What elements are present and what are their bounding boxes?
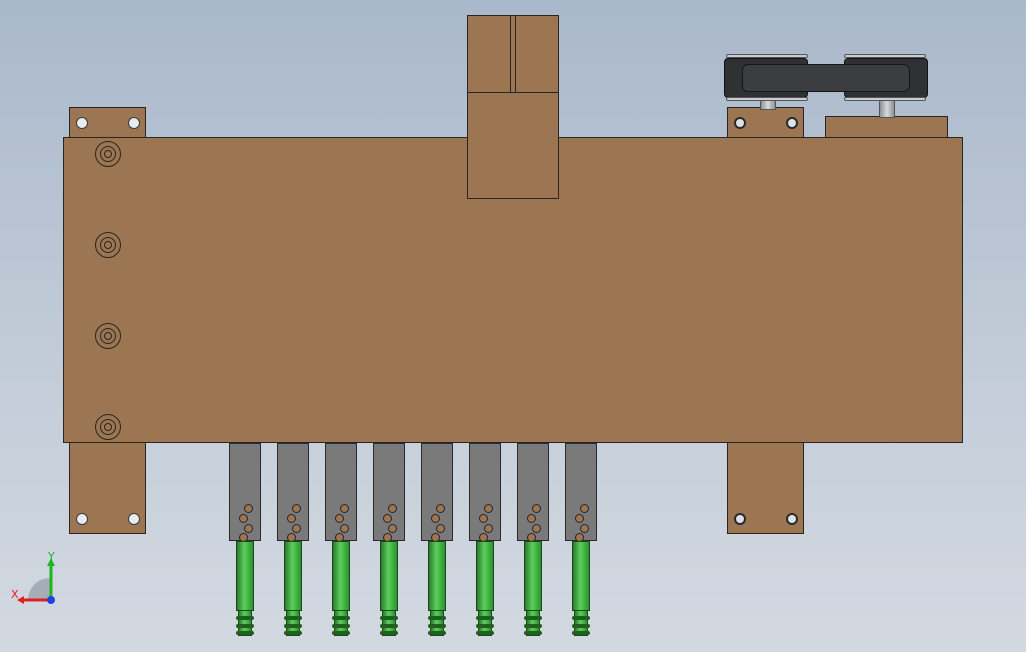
left-bottom-bracket[interactable] xyxy=(69,442,146,534)
finger-hole xyxy=(436,504,445,513)
finger-hole xyxy=(292,524,301,533)
suction-rod[interactable] xyxy=(572,541,590,611)
suction-rod[interactable] xyxy=(380,541,398,611)
pulley-flange xyxy=(844,97,926,101)
finger-hole xyxy=(388,524,397,533)
tip-ring xyxy=(428,631,446,635)
cad-viewport[interactable]: { "viewport": { "background_top": "#a9b8… xyxy=(0,0,1026,652)
triad-x-label: X xyxy=(11,588,19,601)
triad-y-label: Y xyxy=(48,550,55,563)
tip-ring xyxy=(572,631,590,635)
finger-hole xyxy=(340,504,349,513)
tip-ring xyxy=(284,616,302,620)
gripper-finger[interactable] xyxy=(277,443,309,542)
bracket-hole xyxy=(76,117,88,129)
finger-hole xyxy=(484,524,493,533)
tip-ring xyxy=(428,616,446,620)
tip-ring xyxy=(332,624,350,628)
left-top-bracket[interactable] xyxy=(69,107,146,139)
finger-hole xyxy=(335,514,344,523)
suction-rod[interactable] xyxy=(332,541,350,611)
timing-belt xyxy=(742,64,910,92)
finger-hole xyxy=(484,504,493,513)
tip-ring xyxy=(380,624,398,628)
suction-rod[interactable] xyxy=(476,541,494,611)
finger-hole xyxy=(532,524,541,533)
tip-ring xyxy=(236,624,254,628)
tip-ring xyxy=(524,631,542,635)
suction-rod[interactable] xyxy=(524,541,542,611)
tip-ring xyxy=(380,616,398,620)
gripper-finger[interactable] xyxy=(373,443,405,542)
tip-ring xyxy=(380,631,398,635)
finger-hole xyxy=(340,524,349,533)
tip-ring xyxy=(428,624,446,628)
tip-ring xyxy=(476,624,494,628)
tip-ring xyxy=(332,616,350,620)
tip-ring xyxy=(572,616,590,620)
bracket-hole xyxy=(734,513,746,525)
gripper-finger[interactable] xyxy=(517,443,549,542)
bracket-hole xyxy=(786,117,798,129)
tip-ring xyxy=(236,616,254,620)
finger-hole xyxy=(431,514,440,523)
gripper-finger[interactable] xyxy=(469,443,501,542)
suction-rod[interactable] xyxy=(236,541,254,611)
gripper-finger[interactable] xyxy=(565,443,597,542)
tip-ring xyxy=(524,624,542,628)
suction-rod[interactable] xyxy=(284,541,302,611)
pulley-flange xyxy=(726,97,808,101)
mounting-screw xyxy=(95,141,121,167)
finger-hole xyxy=(580,524,589,533)
cylinder-split-line xyxy=(510,15,516,93)
finger-hole xyxy=(580,504,589,513)
finger-hole xyxy=(575,514,584,523)
finger-hole xyxy=(287,514,296,523)
tip-ring xyxy=(236,631,254,635)
tip-ring xyxy=(524,616,542,620)
right-top-bracket[interactable] xyxy=(727,107,804,139)
tip-ring xyxy=(476,616,494,620)
finger-hole xyxy=(239,514,248,523)
triad-icon xyxy=(17,558,55,604)
bracket-hole xyxy=(76,513,88,525)
bracket-hole xyxy=(128,513,140,525)
bracket-hole xyxy=(128,117,140,129)
finger-hole xyxy=(436,524,445,533)
gripper-finger[interactable] xyxy=(421,443,453,542)
gripper-finger[interactable] xyxy=(325,443,357,542)
finger-hole xyxy=(388,504,397,513)
tip-ring xyxy=(332,631,350,635)
gripper-finger[interactable] xyxy=(229,443,261,542)
tip-ring xyxy=(476,631,494,635)
finger-hole xyxy=(244,524,253,533)
finger-hole xyxy=(479,514,488,523)
belt-drive[interactable] xyxy=(722,52,932,104)
finger-hole xyxy=(532,504,541,513)
tip-ring xyxy=(572,624,590,628)
coordinate-triad[interactable]: Y X xyxy=(8,550,68,612)
finger-hole xyxy=(383,514,392,523)
finger-hole xyxy=(527,514,536,523)
cylinder-lower-block[interactable] xyxy=(467,92,559,199)
mounting-screw xyxy=(95,414,121,440)
tip-ring xyxy=(284,624,302,628)
mounting-screw xyxy=(95,323,121,349)
right-bottom-bracket[interactable] xyxy=(727,442,804,534)
finger-hole xyxy=(244,504,253,513)
bracket-hole xyxy=(786,513,798,525)
suction-rod[interactable] xyxy=(428,541,446,611)
mounting-screw xyxy=(95,232,121,258)
finger-hole xyxy=(292,504,301,513)
bracket-hole xyxy=(734,117,746,129)
tip-ring xyxy=(284,631,302,635)
